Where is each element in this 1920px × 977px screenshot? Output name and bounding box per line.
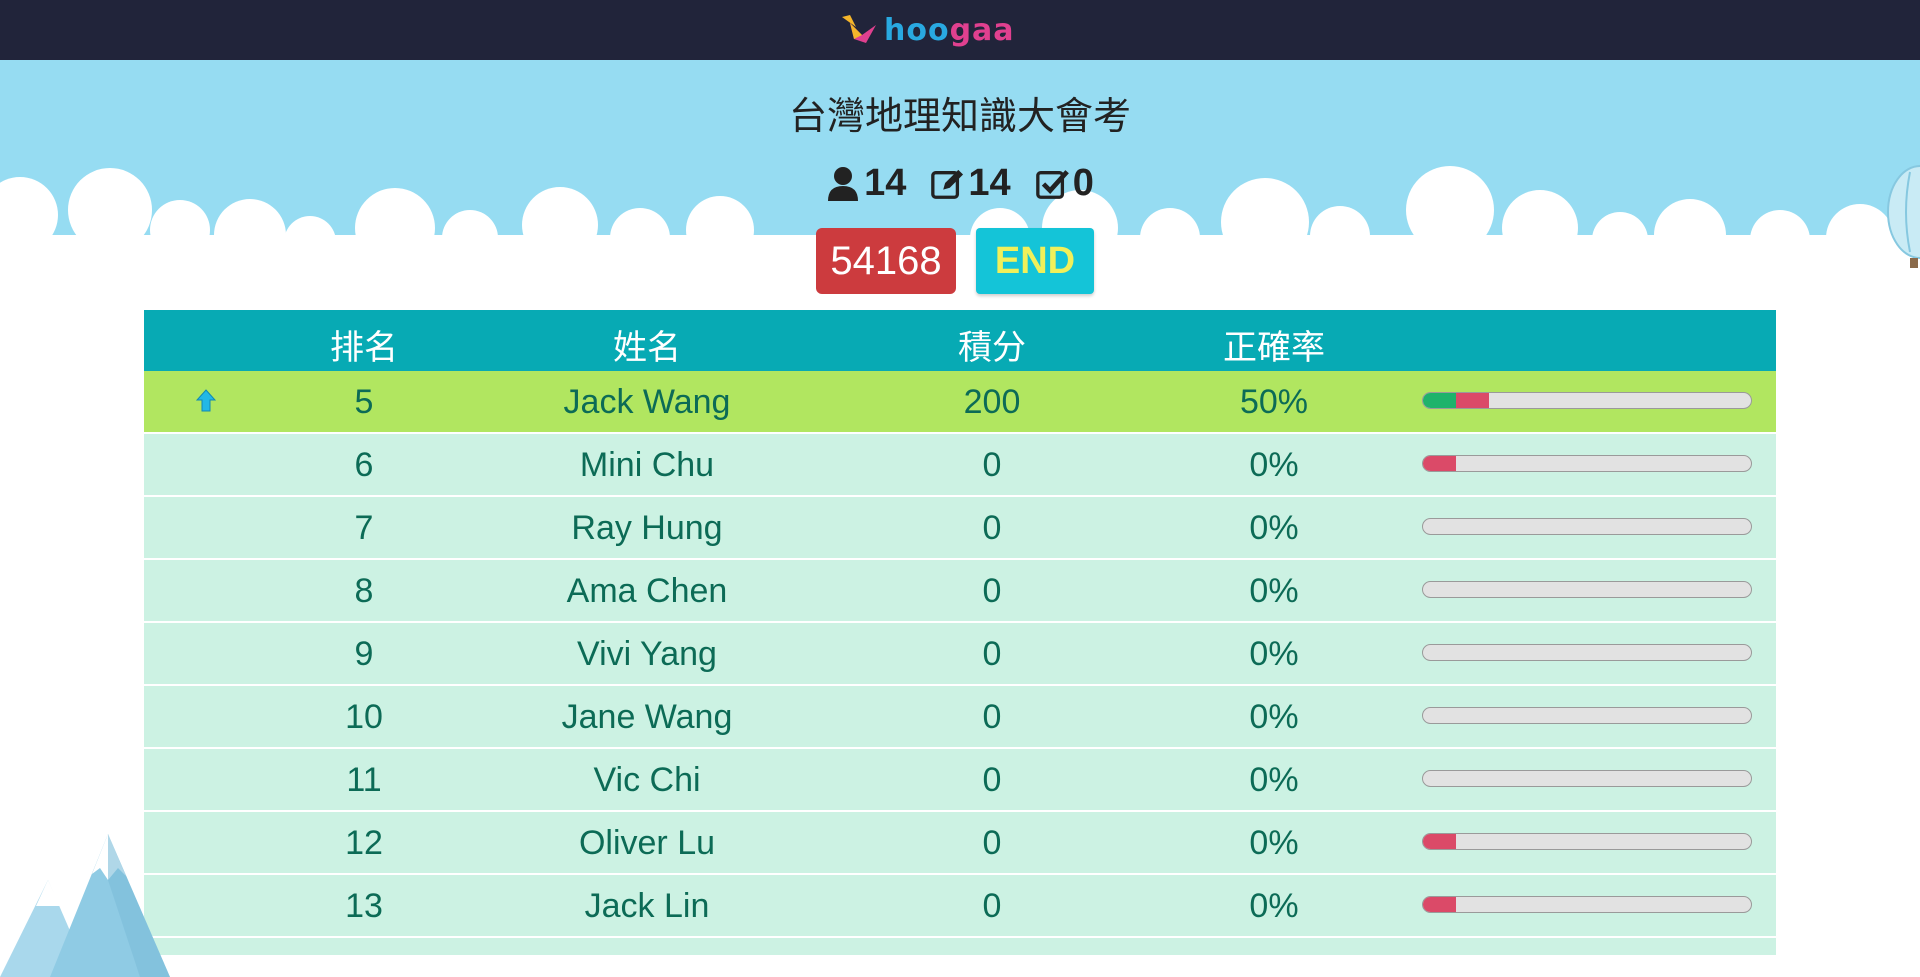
table-row: 5 Jack Wang 200 50%: [144, 371, 1776, 434]
leaderboard: 排名 姓名 積分 正確率 5 Jack Wang 200 50% 6 Mini Chu 0 0…: [144, 310, 1776, 955]
accuracy-cell: 0%: [1249, 761, 1299, 799]
accuracy-cell: 0%: [1249, 509, 1299, 547]
edit-icon: [931, 169, 964, 199]
wrong-segment: [1423, 456, 1456, 471]
table-row: 11 Vic Chi 0 0%: [144, 749, 1776, 812]
rank-cell: 13: [345, 887, 383, 925]
score-cell: 0: [982, 887, 1002, 925]
table-row: 6 Mini Chu 0 0%: [144, 434, 1776, 497]
quiz-title: 台灣地理知識大會考: [788, 94, 1131, 138]
accuracy-progress-bar: [1422, 644, 1752, 661]
score-cell: 0: [982, 635, 1002, 673]
accuracy-progress-bar: [1422, 770, 1752, 787]
rank-cell: 12: [345, 824, 383, 862]
check-square-icon: [1035, 169, 1069, 199]
wrong-segment: [1423, 897, 1456, 912]
correct-segment: [1423, 393, 1456, 408]
name-cell: Ama Chen: [566, 572, 728, 610]
name-cell: Oliver Lu: [578, 824, 716, 862]
answered-stat: 14: [930, 162, 1011, 205]
score-cell: 200: [963, 383, 1021, 421]
name-cell: Jack Lin: [584, 887, 710, 925]
correct-count: 0: [1072, 162, 1094, 204]
rank-cell: 8: [354, 572, 374, 610]
stats-bar: 14 14 0: [0, 162, 1920, 205]
rank-cell: 11: [346, 761, 382, 799]
name-cell: Jack Wang: [563, 383, 731, 421]
name-cell: Ray Hung: [571, 509, 723, 547]
score-column-header: 積分: [958, 328, 1026, 368]
wrong-segment: [1423, 834, 1456, 849]
accuracy-cell: 0%: [1249, 887, 1299, 925]
table-row: 10 Jane Wang 0 0%: [144, 686, 1776, 749]
name-cell: Mini Chu: [579, 446, 715, 484]
accuracy-cell: 0%: [1249, 824, 1299, 862]
score-cell: 0: [982, 698, 1002, 736]
accuracy-column-header: 正確率: [1223, 328, 1325, 368]
table-row: 13 Jack Lin 0 0%: [144, 875, 1776, 938]
table-row: 8 Ama Chen 0 0%: [144, 560, 1776, 623]
name-cell: Vivi Yang: [577, 635, 717, 673]
accuracy-progress-bar: [1422, 707, 1752, 724]
score-cell: 0: [982, 446, 1002, 484]
mountains-decoration: [0, 834, 170, 977]
leaderboard-header: 排名 姓名 積分 正確率: [144, 310, 1776, 371]
name-cell: Vic Chi: [593, 761, 701, 799]
score-cell: 0: [982, 761, 1002, 799]
up-arrow-icon: [196, 389, 216, 412]
rank-cell: 6: [354, 446, 374, 484]
bird-logo-icon: [842, 15, 876, 43]
participants-count: 14: [864, 162, 907, 204]
user-icon: [828, 166, 859, 201]
rank-cell: 10: [345, 698, 383, 736]
top-bar: hoogaa: [0, 0, 1920, 60]
correct-stat: 0: [1035, 162, 1094, 205]
score-cell: 0: [982, 509, 1002, 547]
accuracy-cell: 0%: [1249, 635, 1299, 673]
score-cell: 0: [982, 824, 1002, 862]
accuracy-progress-bar: [1422, 581, 1752, 598]
accuracy-progress-bar: [1422, 392, 1752, 409]
wrong-segment: [1455, 393, 1489, 408]
game-pin-badge: 54168: [816, 228, 956, 294]
accuracy-progress-bar: [1422, 455, 1752, 472]
accuracy-progress-bar: [1422, 833, 1752, 850]
rank-cell: 9: [354, 635, 374, 673]
accuracy-progress-bar: [1422, 518, 1752, 535]
accuracy-progress-bar: [1422, 896, 1752, 913]
rank-cell: 7: [354, 509, 374, 547]
name-cell: Jane Wang: [561, 698, 733, 736]
accuracy-cell: 50%: [1239, 383, 1309, 421]
score-cell: 0: [982, 572, 1002, 610]
participants-stat: 14: [826, 162, 906, 205]
accuracy-cell: 0%: [1249, 698, 1299, 736]
logo-text: hoogaa: [884, 12, 1015, 48]
name-column-header: 姓名: [613, 328, 681, 368]
accuracy-cell: 0%: [1249, 572, 1299, 610]
table-row: 12 Oliver Lu 0 0%: [144, 812, 1776, 875]
end-button[interactable]: END: [976, 228, 1094, 294]
table-row: 7 Ray Hung 0 0%: [144, 497, 1776, 560]
rank-cell: 5: [354, 383, 374, 421]
answered-count: 14: [968, 162, 1011, 204]
hoogaa-logo[interactable]: hoogaa: [840, 10, 1015, 50]
table-row: 9 Vivi Yang 0 0%: [144, 623, 1776, 686]
accuracy-cell: 0%: [1249, 446, 1299, 484]
rank-column-header: 排名: [330, 328, 398, 368]
